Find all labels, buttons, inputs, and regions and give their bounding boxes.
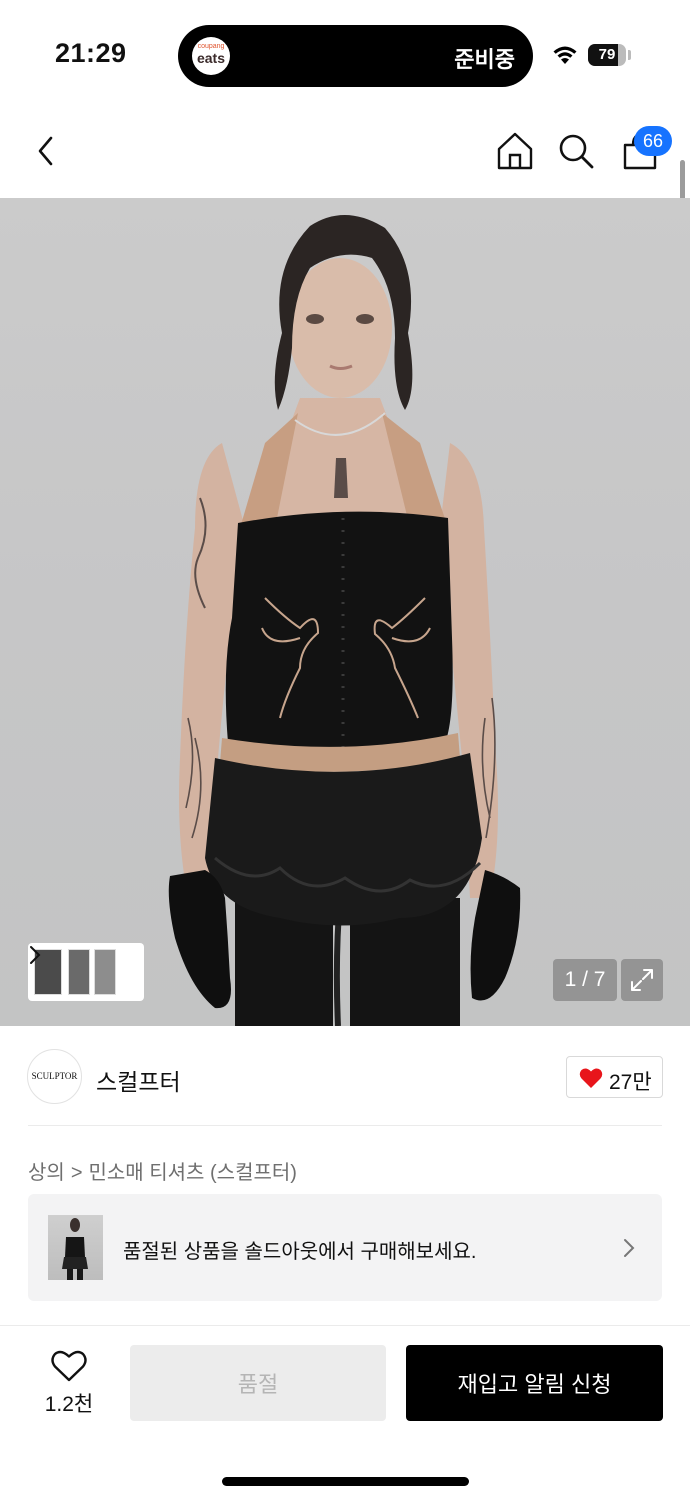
dynamic-island[interactable]: coupang eats 준비중 (178, 25, 533, 87)
product-image-gallery[interactable]: 1 / 7 (0, 198, 690, 1026)
top-nav (0, 105, 690, 198)
thumbnail-strip[interactable] (28, 943, 144, 1001)
back-arrow-icon[interactable] (32, 133, 62, 169)
chevron-right-icon (624, 1239, 635, 1257)
home-icon[interactable] (495, 130, 535, 172)
soldout-button: 품절 (130, 1345, 386, 1421)
eats-logo-text: eats (196, 50, 226, 66)
breadcrumb: 상의 > 민소매 티셔츠 (스컬프터) (28, 1156, 297, 1185)
thumbnail-2[interactable] (68, 949, 90, 995)
battery-icon: 79 (588, 44, 626, 66)
breadcrumb-category[interactable]: 상의 (28, 1162, 65, 1184)
banner-text: 품절된 상품을 솔드아웃에서 구매해보세요. (123, 1241, 477, 1263)
status-bar: 21:29 coupang eats 준비중 79 (0, 0, 690, 105)
battery-cap (628, 50, 631, 60)
brand-like-count: 27만 (609, 1071, 652, 1094)
heart-outline-icon[interactable] (50, 1349, 88, 1383)
brand-logo-text: SCULPTOR (31, 1071, 78, 1081)
soldout-market-banner[interactable]: 품절된 상품을 솔드아웃에서 구매해보세요. (28, 1194, 662, 1301)
status-time: 21:29 (55, 38, 127, 68)
thumbnail-3[interactable] (94, 949, 116, 995)
restock-alert-button[interactable]: 재입고 알림 신청 (406, 1345, 663, 1421)
product-photo (168, 214, 521, 1026)
search-icon[interactable] (557, 132, 595, 170)
coupang-eats-logo: coupang eats (192, 37, 230, 75)
breadcrumb-separator: > (70, 1162, 83, 1184)
divider (28, 1125, 662, 1126)
wifi-icon (553, 46, 577, 64)
expand-icon (631, 969, 653, 991)
island-status-text: 준비중 (454, 47, 515, 72)
home-indicator[interactable] (222, 1477, 469, 1486)
breadcrumb-subcategory[interactable]: 민소매 티셔츠 (스컬프터) (89, 1162, 297, 1184)
cart-count-badge: 66 (634, 126, 672, 156)
banner-product-thumbnail (48, 1215, 103, 1280)
image-page-counter: 1 / 7 (553, 959, 617, 1001)
bottom-bar-divider (0, 1325, 690, 1326)
brand-logo[interactable]: SCULPTOR (27, 1049, 82, 1104)
brand-like-button[interactable]: 27만 (566, 1056, 663, 1098)
heart-filled-icon (579, 1068, 603, 1088)
brand-name[interactable]: 스컬프터 (96, 1063, 181, 1097)
wishlist-count: 1.2천 (44, 1393, 94, 1416)
chevron-right-icon (30, 946, 41, 964)
battery-level: 79 (598, 46, 616, 63)
expand-image-button[interactable] (621, 959, 663, 1001)
